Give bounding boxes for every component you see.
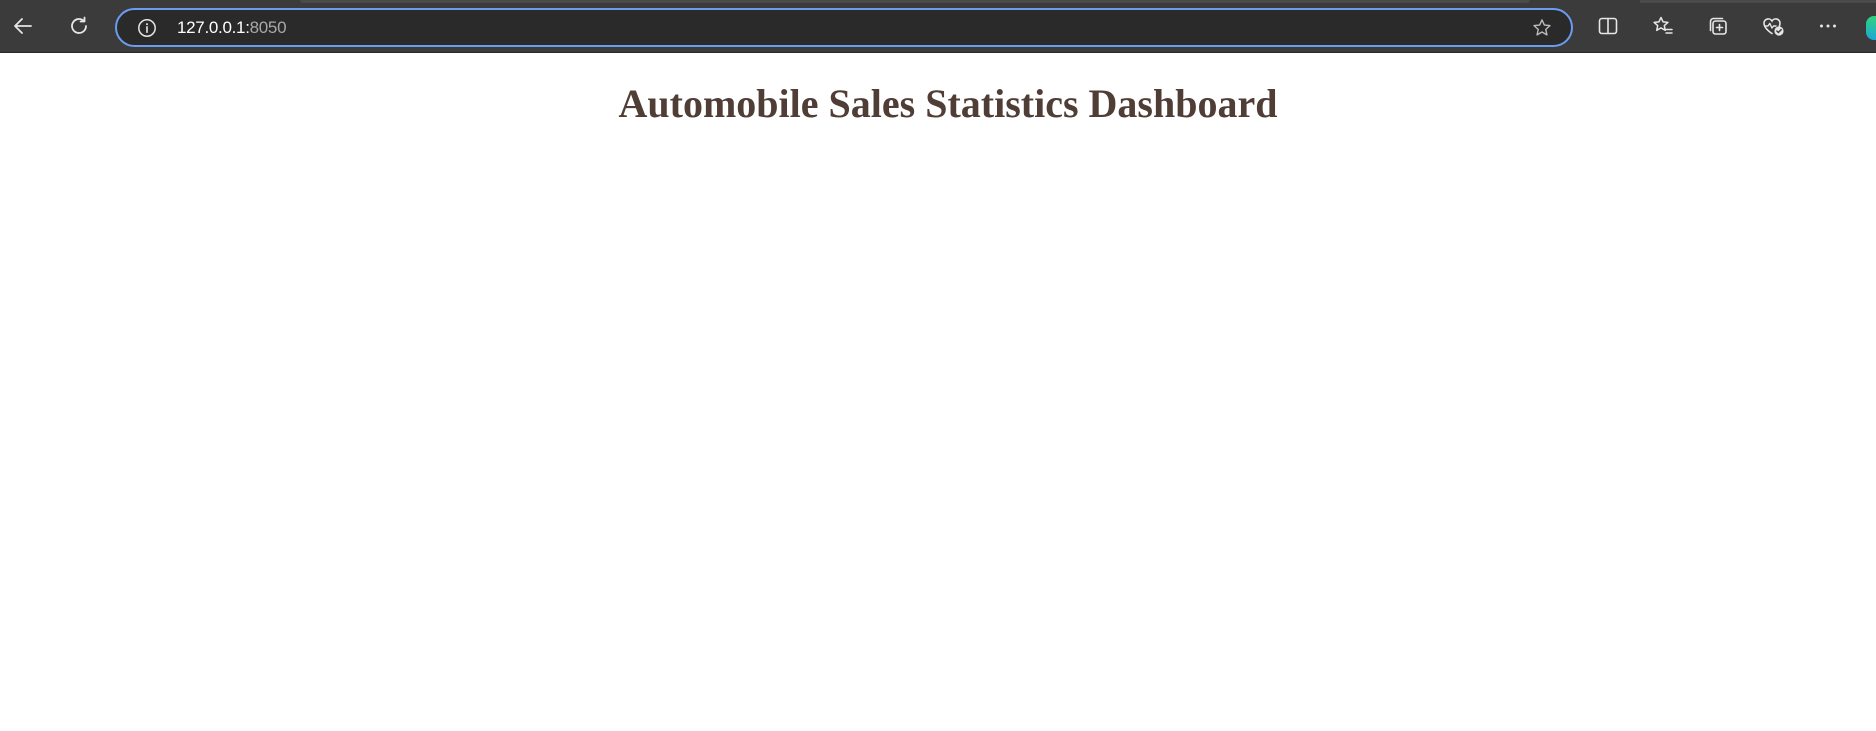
- address-bar[interactable]: 127.0.0.1:8050: [115, 8, 1573, 47]
- copilot-icon[interactable]: [1866, 16, 1876, 40]
- refresh-icon: [71, 16, 87, 34]
- refresh-button[interactable]: [62, 9, 96, 43]
- url-text[interactable]: 127.0.0.1:8050: [177, 10, 287, 45]
- collections-button[interactable]: [1701, 9, 1735, 43]
- performance-button[interactable]: [1756, 9, 1790, 43]
- url-host: 127.0.0.1:: [177, 18, 250, 37]
- favorites-list-icon: [1653, 16, 1673, 34]
- url-port: 8050: [249, 18, 287, 37]
- page-title: Automobile Sales Statistics Dashboard: [618, 81, 1278, 126]
- page-content: Automobile Sales Statistics Dashboard: [0, 54, 1876, 731]
- favorites-button[interactable]: [1646, 9, 1680, 43]
- tabstrip-edge: [300, 0, 1530, 3]
- split-screen-button[interactable]: [1591, 9, 1625, 43]
- more-dots-icon: [1820, 24, 1836, 28]
- browser-toolbar: 127.0.0.1:8050: [0, 0, 1876, 53]
- arrow-left-icon: [14, 18, 32, 34]
- tabstrip-edge-right: [1640, 0, 1876, 3]
- info-circle-icon[interactable]: [137, 18, 157, 38]
- more-menu-button[interactable]: [1811, 9, 1845, 43]
- heartbeat-check-icon: [1763, 18, 1784, 36]
- star-outline-icon[interactable]: [1531, 17, 1553, 39]
- split-screen-icon: [1598, 17, 1618, 35]
- collections-icon: [1709, 17, 1727, 35]
- back-button[interactable]: [6, 9, 40, 43]
